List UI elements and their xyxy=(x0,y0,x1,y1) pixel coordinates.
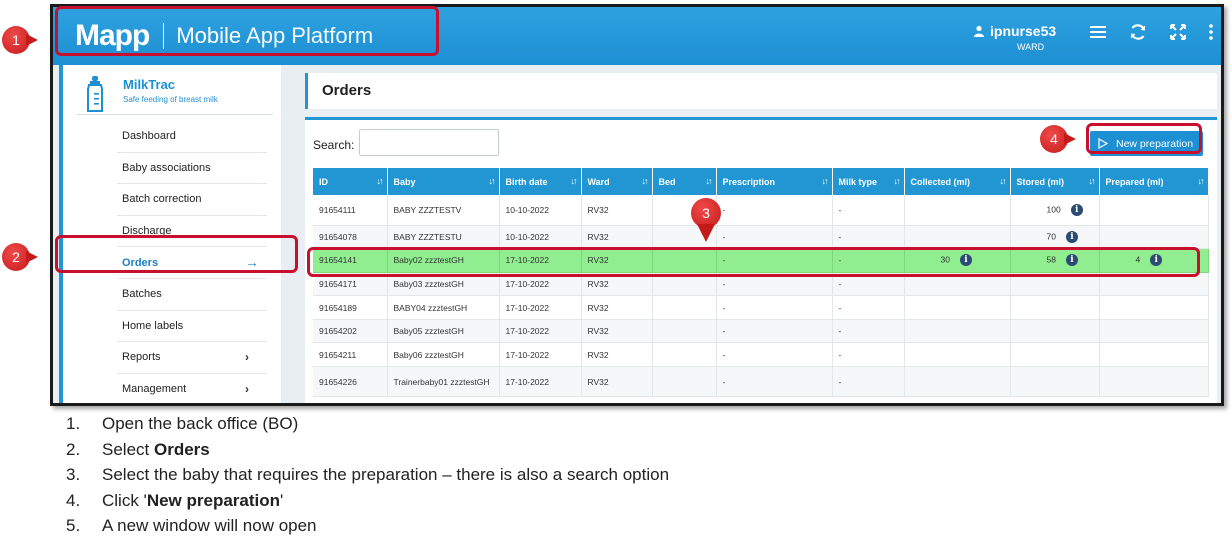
chevron-right-icon: › xyxy=(245,381,249,396)
instruction-step: 3. Select the baby that requires the prep… xyxy=(66,465,670,484)
column-header-baby[interactable]: Baby ↓↑ xyxy=(387,168,500,195)
top-icons xyxy=(1087,21,1215,43)
sort-icon: ↓↑ xyxy=(705,176,713,186)
annotation-marker-4: 4 xyxy=(1040,125,1078,153)
table-row[interactable]: 91654226 Trainerbaby01 zzztestGH 17-10-2… xyxy=(313,366,1209,398)
column-header-prescription[interactable]: Prescription ↓↑ xyxy=(716,168,833,195)
menu-icon[interactable] xyxy=(1087,21,1109,43)
person-icon xyxy=(974,25,984,37)
user-role: WARD xyxy=(1016,42,1045,52)
sort-icon: ↓↑ xyxy=(1088,176,1096,186)
sidebar-item-reports[interactable]: Reports › xyxy=(117,342,267,374)
annotation-marker-3: 3 xyxy=(689,198,723,246)
instruction-steps: 1. Open the back office (BO) 2. Select Ord… xyxy=(66,414,669,542)
user-info[interactable]: ipnurse53 WARD xyxy=(973,23,1056,52)
stored-value: 70 xyxy=(1046,231,1056,242)
baby-bottle-icon xyxy=(87,76,103,112)
instruction-step: 2. Select Orders xyxy=(66,439,210,459)
sidebar-item-batch-correction[interactable]: Batch correction xyxy=(117,184,267,216)
sort-icon: ↓↑ xyxy=(893,176,901,186)
sort-icon: ↓↑ xyxy=(821,176,829,186)
highlight-orders-item xyxy=(55,235,298,273)
search-label: Search: xyxy=(313,138,355,152)
fullscreen-icon[interactable] xyxy=(1167,21,1189,43)
table-row[interactable]: 91654211 Baby06 zzztestGH 17-10-2022 RV3… xyxy=(313,342,1209,368)
chevron-right-icon: › xyxy=(245,350,249,365)
annotation-marker-2: 2 xyxy=(2,243,40,271)
sidebar-item-batches[interactable]: Batches xyxy=(117,279,267,311)
column-header-bed[interactable]: Bed ↓↑ xyxy=(652,168,717,195)
instruction-step: 1. Open the back office (BO) xyxy=(66,414,299,433)
table-header-row: ID ↓↑ Baby ↓↑ Birth date ↓↑ Ward ↓↑ Bed ↓↑ Pr… xyxy=(313,168,1209,195)
sidebar-item-management[interactable]: Management › xyxy=(117,374,267,403)
search-input[interactable] xyxy=(359,129,499,156)
sort-icon: ↓↑ xyxy=(641,176,649,186)
more-vertical-icon[interactable] xyxy=(1207,21,1215,43)
orders-table: ID ↓↑ Baby ↓↑ Birth date ↓↑ Ward ↓↑ Bed ↓↑ Pr… xyxy=(313,168,1209,398)
highlight-selected-row xyxy=(307,247,1200,277)
annotation-marker-1: 1 xyxy=(2,26,40,54)
refresh-icon[interactable] xyxy=(1127,21,1149,43)
column-header-milk-type[interactable]: Milk type ↓↑ xyxy=(832,168,905,195)
app-title: MilkTrac xyxy=(123,77,176,92)
table-row[interactable]: 91654078 BABY ZZZTESTU 10-10-2022 RV32 -… xyxy=(313,225,1209,250)
column-header-collected[interactable]: Collected (ml) ↓↑ xyxy=(904,168,1011,195)
instruction-step: 4. Click ' New preparation ' xyxy=(66,490,284,510)
table-row[interactable]: 91654189 BABY04 zzztestGH 17-10-2022 RV3… xyxy=(313,295,1209,320)
sort-icon: ↓↑ xyxy=(570,176,578,186)
screenshot-frame: Mapp Mobile App Platform ipnurse53 WARD xyxy=(50,4,1224,406)
column-header-id[interactable]: ID ↓↑ xyxy=(313,168,388,195)
column-header-prepared[interactable]: Prepared (ml) ↓↑ xyxy=(1099,168,1209,195)
table-row[interactable]: 91654111 BABY ZZZTESTV 10-10-2022 RV32 -… xyxy=(313,195,1209,226)
page-title: Orders xyxy=(305,73,1217,109)
user-name: ipnurse53 xyxy=(990,23,1057,39)
sort-icon: ↓↑ xyxy=(488,176,496,186)
sort-icon: ↓↑ xyxy=(1197,176,1205,186)
sort-icon: ↓↑ xyxy=(376,176,384,186)
instruction-step: 5. A new window will now open xyxy=(66,516,317,535)
app-header: MilkTrac Safe feeding of breast milk xyxy=(77,73,273,115)
sort-icon: ↓↑ xyxy=(999,176,1007,186)
sidebar-item-baby-associations[interactable]: Baby associations xyxy=(117,153,267,185)
column-header-ward[interactable]: Ward ↓↑ xyxy=(581,168,653,195)
app-subtitle: Safe feeding of breast milk xyxy=(123,95,218,104)
table-row[interactable]: 91654202 Baby05 zzztestGH 17-10-2022 RV3… xyxy=(313,319,1209,344)
stored-value: 100 xyxy=(1046,204,1061,214)
highlight-brand xyxy=(55,6,439,56)
column-header-stored[interactable]: Stored (ml) ↓↑ xyxy=(1010,168,1100,195)
info-icon[interactable]: i xyxy=(1065,230,1078,243)
info-icon[interactable]: i xyxy=(1070,203,1083,216)
sidebar-item-dashboard[interactable]: Dashboard xyxy=(117,121,267,153)
highlight-new-preparation xyxy=(1086,123,1202,154)
column-header-birth-date[interactable]: Birth date ↓↑ xyxy=(499,168,582,195)
sidebar-item-home-labels[interactable]: Home labels xyxy=(117,311,267,343)
